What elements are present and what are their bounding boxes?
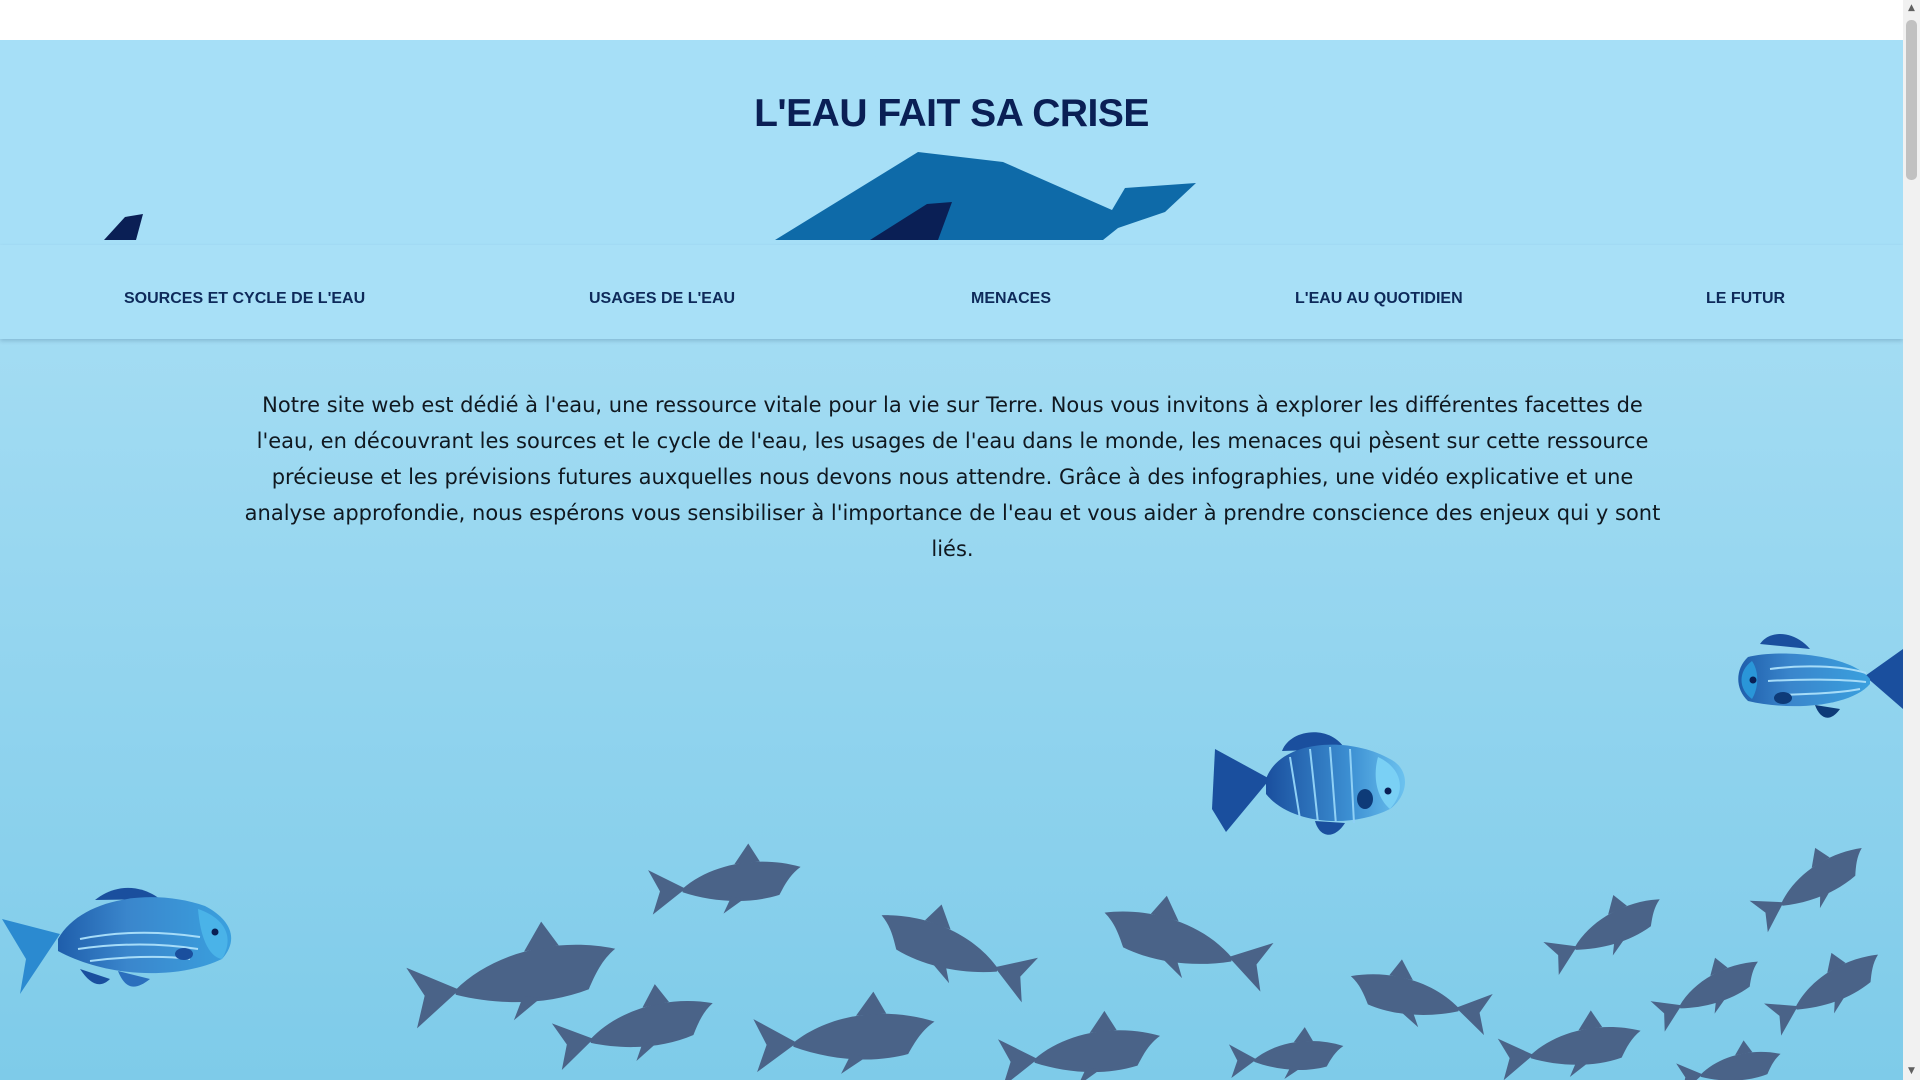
page-scrollbar[interactable]: ▲ ▼ <box>1903 0 1920 1080</box>
school-fish <box>752 987 938 1080</box>
nav-item-menaces[interactable]: MENACES <box>971 290 1051 308</box>
nav-item-usages[interactable]: USAGES DE L'EAU <box>589 290 735 308</box>
school-fish <box>996 1005 1165 1080</box>
school-fish <box>1495 1003 1646 1080</box>
school-fish <box>1674 1034 1786 1080</box>
school-fish <box>867 886 1044 1009</box>
fish-center <box>1212 732 1405 835</box>
nav-item-eau-au-quotidien[interactable]: L'EAU AU QUOTIDIEN <box>1295 290 1463 308</box>
school-fish <box>402 909 625 1038</box>
school-fish <box>1645 942 1771 1036</box>
page: L'EAU FAIT SA CRISE SOURCES ET CYCLE DE … <box>0 0 1903 1080</box>
school-fish <box>1093 881 1279 999</box>
school-fish <box>1228 1024 1346 1080</box>
scroll-down-icon[interactable]: ▼ <box>1903 1063 1920 1080</box>
nav-item-sources-et-cycle[interactable]: SOURCES ET CYCLE DE L'EAU <box>124 290 365 308</box>
main-content: Notre site web est dédié à l'eau, une re… <box>0 339 1903 1080</box>
fish-illustration <box>2 633 1903 1080</box>
school-fish <box>1343 949 1496 1042</box>
nav-item-le-futur[interactable]: LE FUTUR <box>1706 290 1785 308</box>
scroll-thumb[interactable] <box>1906 20 1917 180</box>
site-title: L'EAU FAIT SA CRISE <box>754 92 1149 135</box>
large-fish-left <box>2 887 232 994</box>
fish-right <box>1738 633 1903 718</box>
main-nav: SOURCES ET CYCLE DE L'EAU USAGES DE L'EA… <box>0 245 1903 339</box>
school-fish <box>646 838 805 922</box>
school-fish <box>1537 878 1673 980</box>
fish-school <box>402 827 1893 1080</box>
scroll-up-icon[interactable]: ▲ <box>1903 0 1920 17</box>
school-fish <box>1743 827 1878 937</box>
school-fish <box>1757 933 1893 1041</box>
